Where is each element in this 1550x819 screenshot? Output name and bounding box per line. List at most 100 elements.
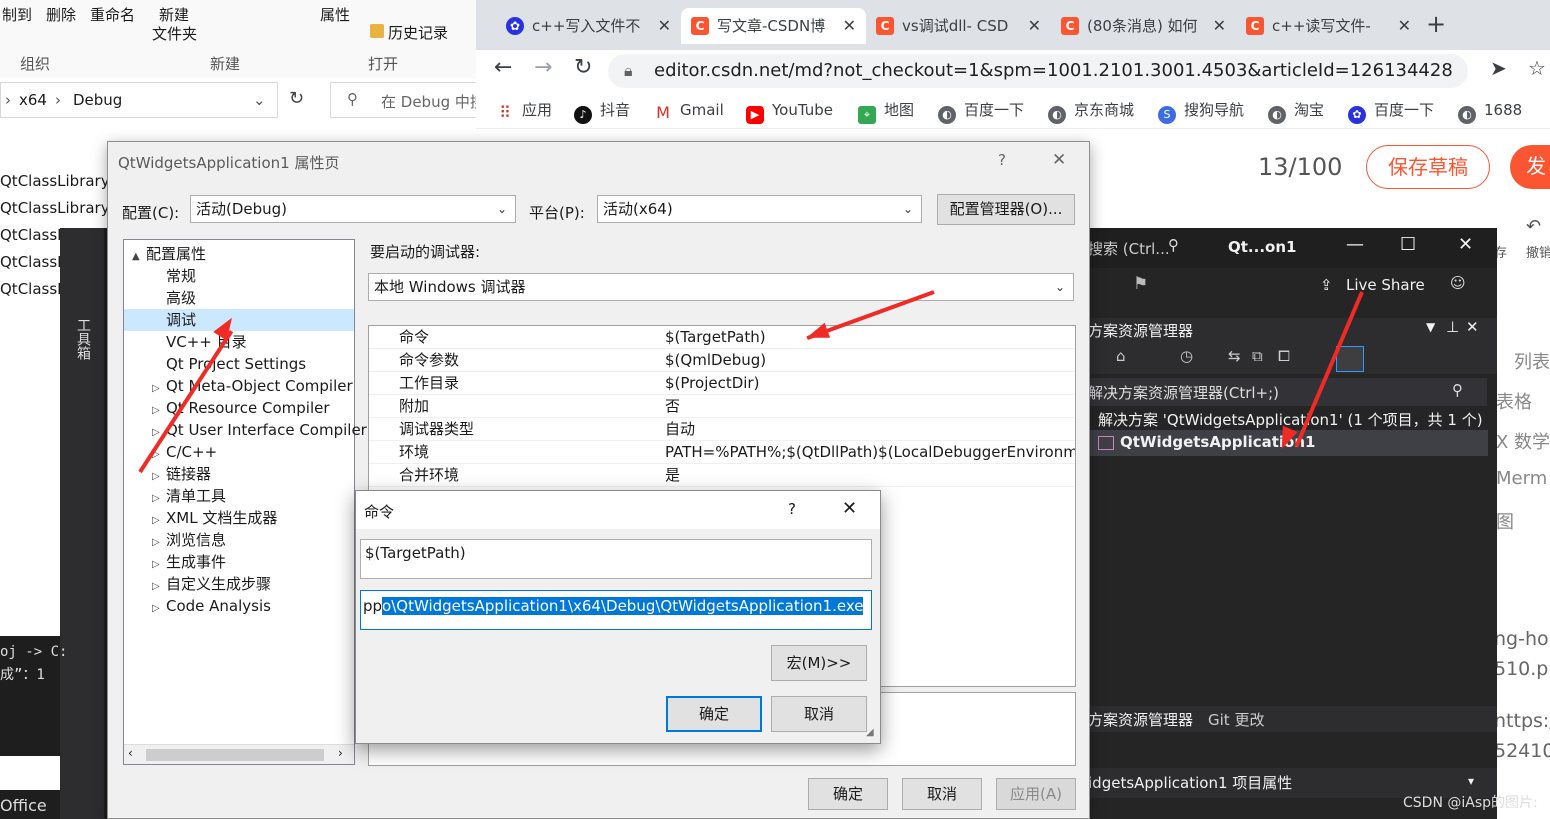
live-share-button[interactable]: Live Share <box>1346 276 1425 294</box>
macro-button[interactable]: 宏(M)>> <box>771 645 867 681</box>
grid-value[interactable]: $(TargetPath) <box>665 326 766 349</box>
ok-button[interactable]: 确定 <box>666 696 762 732</box>
grid-row-working-dir[interactable]: 工作目录 $(ProjectDir) <box>369 372 1075 395</box>
tree-node-qt-moc[interactable]: ▷ Qt Meta-Object Compiler <box>124 375 354 397</box>
new-tab-icon[interactable]: + <box>1426 10 1446 38</box>
apply-button[interactable]: 应用(A) <box>996 778 1076 810</box>
side-chart[interactable]: 图 <box>1496 508 1514 534</box>
bookmark-baidu[interactable]: ◐ 百度一下 <box>938 96 1024 124</box>
grid-value[interactable]: 是 <box>665 464 680 487</box>
tree-node-build-events[interactable]: ▷ 生成事件 <box>124 551 354 573</box>
search-input[interactable]: ⚲ 在 Debug 中搜 <box>330 82 485 118</box>
grid-row-command[interactable]: 命令 $(TargetPath) <box>369 326 1075 349</box>
undo-button[interactable]: 撤销 <box>1526 242 1550 261</box>
save-draft-button[interactable]: 保存草稿 <box>1366 145 1490 189</box>
rename-button[interactable]: 重命名 <box>90 4 135 25</box>
history-icon[interactable]: ◷ <box>1180 347 1193 365</box>
tree-hscrollbar[interactable]: ‹ › <box>124 744 354 764</box>
tree-node-custom-build[interactable]: ▷ 自定义生成步骤 <box>124 573 354 595</box>
forward-icon[interactable]: → <box>534 55 552 80</box>
tab-5[interactable]: Cc++读写文件- ✕ <box>1236 8 1421 44</box>
cancel-button[interactable]: 取消 <box>902 778 982 810</box>
delete-button[interactable]: 删除 <box>46 4 76 25</box>
grid-value[interactable]: $(ProjectDir) <box>665 372 759 395</box>
close-icon[interactable]: ✕ <box>843 8 856 44</box>
help-button[interactable]: ? <box>998 151 1006 169</box>
bookmark-1688[interactable]: ◐ 1688 <box>1458 96 1522 124</box>
tree-node-manifest-tool[interactable]: ▷ 清单工具 <box>124 485 354 507</box>
bookmark-icon[interactable]: ⚑ <box>1133 274 1148 294</box>
history-button[interactable]: 历史记录 <box>388 22 448 43</box>
chevron-down-icon[interactable]: ▾ <box>1468 774 1474 788</box>
solution-node[interactable]: 解决方案 'QtWidgetsApplication1' (1 个项目，共 1 … <box>1098 409 1483 430</box>
bookmark-jd[interactable]: ◐ 京东商城 <box>1048 96 1134 124</box>
bookmark-sogou[interactable]: S 搜狗导航 <box>1158 96 1244 124</box>
copy-icon[interactable]: ⧠ <box>1278 347 1290 365</box>
bookmark-taobao[interactable]: ◐ 淘宝 <box>1268 96 1324 124</box>
breadcrumb-debug[interactable]: Debug <box>73 91 122 109</box>
solution-search-input[interactable]: 解决方案资源管理器(Ctrl+;) ⚲ <box>1088 378 1487 406</box>
expander-icon[interactable]: ▲ <box>132 246 146 268</box>
vs-search[interactable]: 搜索 (Ctrl... <box>1088 238 1170 259</box>
evaluated-value-field[interactable]: ppo\QtWidgetsApplication1\x64\Debug\QtWi… <box>360 590 872 630</box>
tree-node-advanced[interactable]: 高级 <box>124 287 354 309</box>
tab-1[interactable]: ✿ c++写入文件不 ✕ <box>496 8 681 44</box>
home-icon[interactable]: ⌂ <box>1116 347 1126 365</box>
property-tree[interactable]: ▲ 配置属性 常规 高级 调试 VC++ 目录 Qt Project Settin… <box>123 239 367 765</box>
collapse-icon[interactable]: ⧉ <box>1252 347 1263 365</box>
star-icon[interactable]: ☆ <box>1528 56 1546 80</box>
feedback-icon[interactable]: ☺ <box>1450 274 1466 292</box>
grid-row-arguments[interactable]: 命令参数 $(QmlDebug) <box>369 349 1075 372</box>
close-icon[interactable]: ✕ <box>1458 234 1473 255</box>
close-icon[interactable]: ✕ <box>1398 8 1411 44</box>
grid-row-environment[interactable]: 环境 PATH=%PATH%;$(QtDllPath)$(LocalDebugge… <box>369 441 1075 464</box>
grid-value[interactable]: 否 <box>665 395 680 418</box>
close-icon[interactable]: ✕ <box>1466 318 1479 336</box>
help-button[interactable]: ? <box>788 500 796 518</box>
back-icon[interactable]: ← <box>494 55 512 80</box>
list-item[interactable]: QtClassLibrary1. <box>0 168 124 195</box>
tree-node-debugging[interactable]: 调试 <box>124 309 354 331</box>
chevron-left-icon[interactable]: ‹ <box>128 746 133 760</box>
close-icon[interactable]: ✕ <box>1213 8 1226 44</box>
list-item[interactable]: QtClassLibrary1. <box>0 195 124 222</box>
tree-node-code-analysis[interactable]: ▷ Code Analysis <box>124 595 354 617</box>
preview-toggle[interactable] <box>1336 346 1364 372</box>
config-manager-button[interactable]: 配置管理器(O)... <box>937 194 1075 225</box>
grid-row-attach[interactable]: 附加 否 <box>369 395 1075 418</box>
platform-select[interactable]: 活动(x64) ⌄ <box>597 195 922 223</box>
tree-node-config-properties[interactable]: ▲ 配置属性 <box>124 243 354 265</box>
maximize-icon[interactable]: ☐ <box>1400 234 1416 255</box>
tree-node-qt-rcc[interactable]: ▷ Qt Resource Compiler <box>124 397 354 419</box>
copy-to-button[interactable]: 制到 <box>2 4 32 25</box>
scroll-thumb[interactable] <box>146 749 324 761</box>
tab-3[interactable]: Cvs调试dll- CSD ✕ <box>866 8 1051 44</box>
breadcrumb[interactable]: › x64 › Debug ⌄ <box>0 82 278 118</box>
command-input[interactable]: $(TargetPath) <box>360 539 872 579</box>
bookmark-maps[interactable]: ⌖ 地图 <box>858 96 914 124</box>
side-math[interactable]: X 数学 <box>1496 428 1550 454</box>
pin-icon[interactable]: ⊥ <box>1446 318 1459 336</box>
debugger-select[interactable]: 本地 Windows 调试器 ⌄ <box>368 273 1074 301</box>
breadcrumb-x64[interactable]: x64 <box>19 91 47 109</box>
live-share-icon[interactable]: ⇪ <box>1320 276 1333 294</box>
grid-value[interactable]: $(QmlDebug) <box>665 349 766 372</box>
side-mermaid[interactable]: Merm <box>1496 468 1547 489</box>
new-folder-button[interactable]: 新建 <box>159 4 189 25</box>
bookmark-apps[interactable]: ⠿ 应用 <box>496 96 552 124</box>
tree-node-qt-project-settings[interactable]: Qt Project Settings <box>124 353 354 375</box>
tree-node-vc-directories[interactable]: VC++ 目录 <box>124 331 354 353</box>
close-icon[interactable]: ✕ <box>658 8 671 44</box>
undo-icon[interactable]: ↶ <box>1526 216 1541 237</box>
expander-icon[interactable]: ▷ <box>152 598 166 620</box>
chevron-right-icon[interactable]: › <box>338 746 343 760</box>
bookmark-baidu-2[interactable]: ✿ 百度一下 <box>1348 96 1434 124</box>
grid-row-merge-env[interactable]: 合并环境 是 <box>369 464 1075 487</box>
chevron-down-icon[interactable]: ▼ <box>1426 320 1435 334</box>
close-icon[interactable]: ✕ <box>1028 8 1041 44</box>
tree-node-linker[interactable]: ▷ 链接器 <box>124 463 354 485</box>
reload-icon[interactable]: ↻ <box>574 55 592 80</box>
ok-button[interactable]: 确定 <box>808 778 888 810</box>
properties-button[interactable]: 属性 <box>320 4 350 25</box>
chevron-down-icon[interactable]: ⌄ <box>253 91 266 109</box>
